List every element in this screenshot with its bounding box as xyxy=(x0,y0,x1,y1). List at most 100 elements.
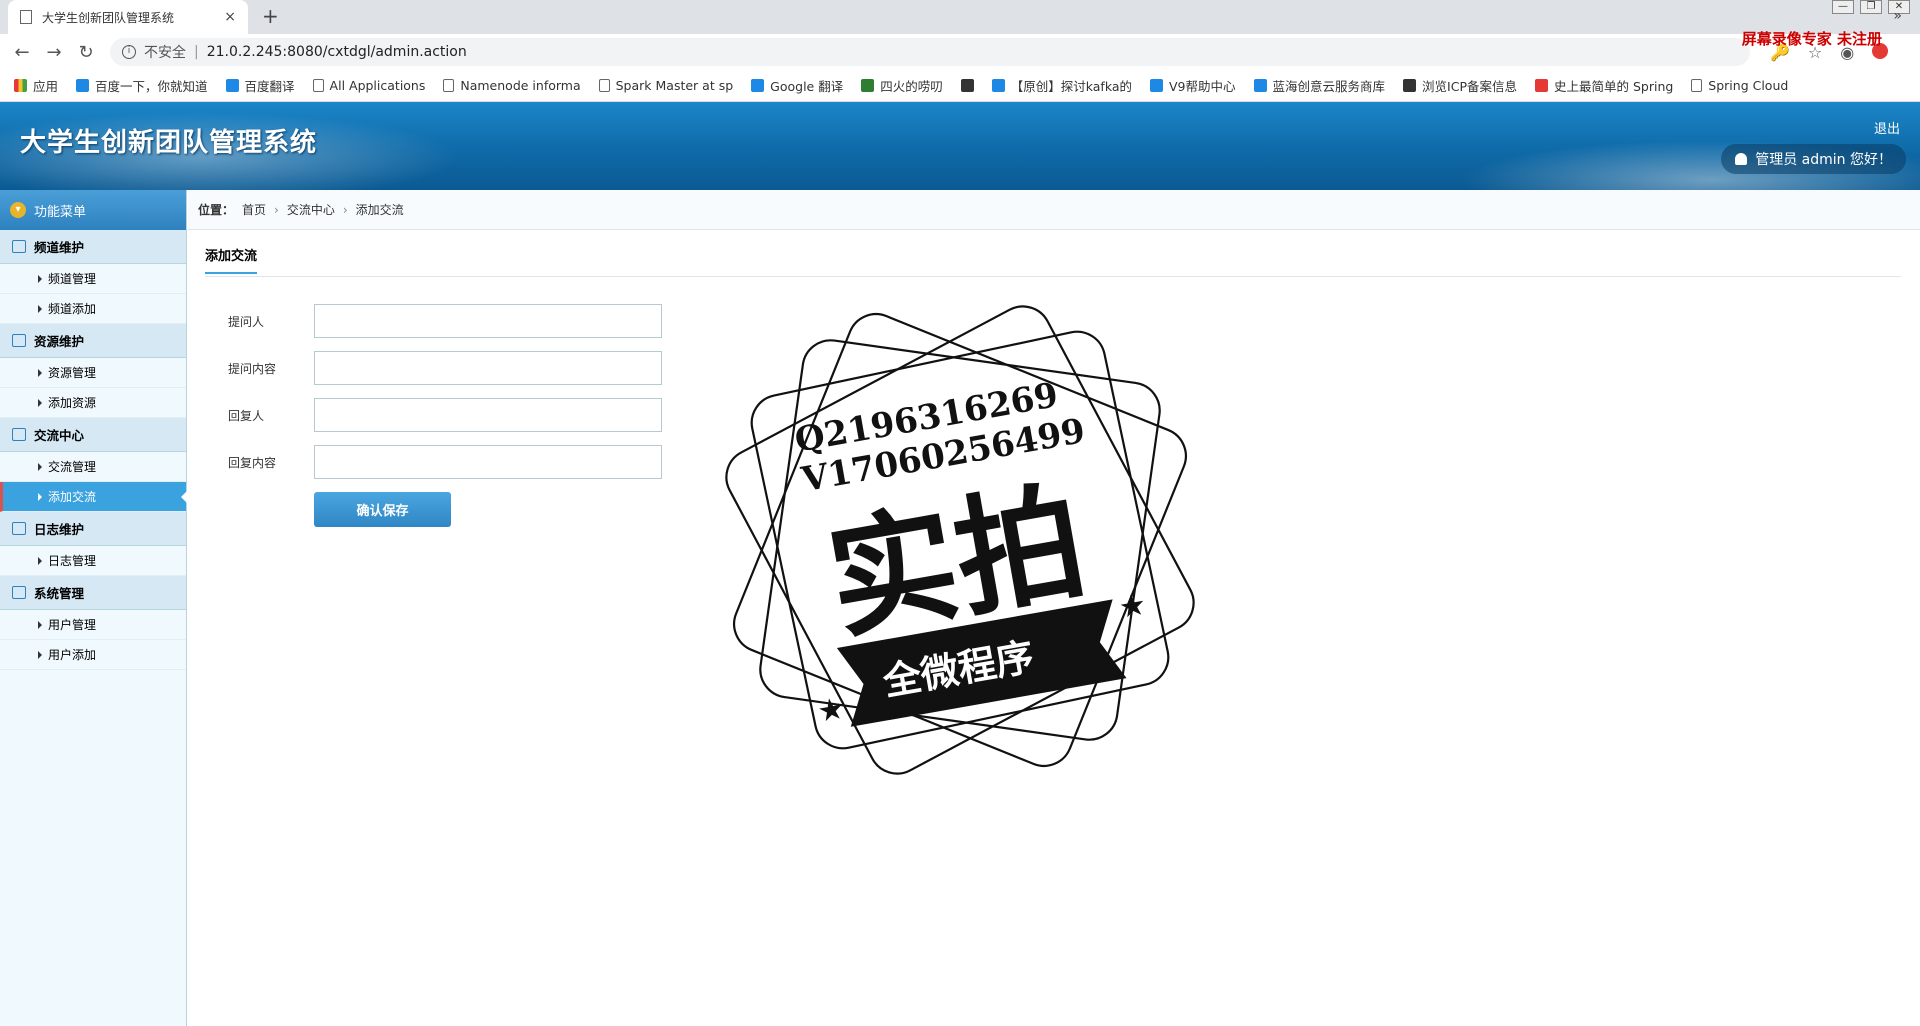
reply-input[interactable] xyxy=(314,445,662,479)
logout-link[interactable]: 退出 xyxy=(1874,118,1900,137)
asker-input[interactable] xyxy=(314,304,662,338)
sidebar-item[interactable]: 添加资源 xyxy=(0,388,186,418)
bookmark-label: 百度翻译 xyxy=(244,79,295,94)
bookmark-dark-icon xyxy=(960,79,974,92)
sidebar-item[interactable]: 添加交流 xyxy=(0,482,187,512)
question-input[interactable] xyxy=(314,351,662,385)
browser-tab[interactable]: 大学生创新团队管理系统 × xyxy=(8,0,248,34)
list-icon xyxy=(12,586,26,599)
bookmark-item[interactable]: 百度翻译 xyxy=(225,76,295,95)
url-text[interactable]: 21.0.2.245:8080/cxtdgl/admin.action xyxy=(207,44,467,60)
bookmarks-more-icon[interactable]: » xyxy=(1893,8,1902,24)
sidebar-group-label: 交流中心 xyxy=(34,428,85,443)
info-icon[interactable]: i xyxy=(122,45,136,59)
address-bar: ← → ↻ i 不安全 | 21.0.2.245:8080/cxtdgl/adm… xyxy=(0,34,1920,70)
bookmark-item[interactable]: 应用 xyxy=(14,76,58,95)
sidebar-item[interactable]: 用户添加 xyxy=(0,640,186,670)
bookmark-item[interactable]: V9帮助中心 xyxy=(1150,76,1236,95)
question-label: 提问内容 xyxy=(228,361,277,376)
url-field[interactable]: i 不安全 | 21.0.2.245:8080/cxtdgl/admin.act… xyxy=(110,38,1750,66)
sidebar-item[interactable]: 交流管理 xyxy=(0,452,186,482)
sidebar-item[interactable]: 资源管理 xyxy=(0,358,186,388)
section-tab[interactable]: 添加交流 xyxy=(205,245,258,274)
bookmarks-bar: 应用 百度一下，你就知道 百度翻译 All Applications Namenode … xyxy=(0,70,1920,102)
sidebar-item-label: 频道添加 xyxy=(48,302,97,316)
list-icon xyxy=(12,522,26,535)
sidebar-group-label: 日志维护 xyxy=(34,522,85,537)
user-icon xyxy=(1735,153,1748,165)
sidebar-group-0[interactable]: 频道维护 xyxy=(0,230,186,264)
bookmark-blue-icon xyxy=(1150,79,1163,92)
confirm-save-button[interactable]: 确认保存 xyxy=(314,492,451,527)
sidebar-item-label: 添加交流 xyxy=(48,490,97,504)
bookmark-label: Google 翻译 xyxy=(770,79,844,94)
restore-button[interactable]: ❐ xyxy=(1860,0,1882,14)
section-divider xyxy=(205,276,1901,277)
page-icon xyxy=(20,10,32,24)
sidebar-item[interactable]: 频道添加 xyxy=(0,294,186,324)
sidebar-item-label: 交流管理 xyxy=(48,460,97,474)
sidebar-group-1[interactable]: 资源维护 xyxy=(0,324,186,358)
sidebar-item[interactable]: 频道管理 xyxy=(0,264,186,294)
breadcrumb-home[interactable]: 首页 xyxy=(242,201,266,218)
bookmark-label: All Applications xyxy=(329,78,426,93)
bookmark-label: Namenode informa xyxy=(460,78,581,93)
bookmark-doc-icon xyxy=(443,79,455,92)
bookmark-item[interactable]: Namenode informa xyxy=(443,78,581,93)
sidebar-group-label: 频道维护 xyxy=(34,240,85,255)
minimize-button[interactable]: — xyxy=(1832,0,1854,14)
sidebar-item[interactable]: 日志管理 xyxy=(0,546,186,576)
bookmark-item[interactable]: Spark Master at sp xyxy=(598,78,733,93)
breadcrumb-arrow-icon: › xyxy=(342,202,348,217)
url-separator: | xyxy=(194,44,199,60)
star-icon: ★ xyxy=(1116,587,1149,626)
browser-tab-bar: 大学生创新团队管理系统 × + — ❐ ✕ xyxy=(0,0,1920,34)
bookmark-item[interactable]: 浏览ICP备案信息 xyxy=(1403,76,1517,95)
bookmark-item[interactable]: Google 翻译 xyxy=(751,76,843,95)
replier-input[interactable] xyxy=(314,398,662,432)
star-icon: ★ xyxy=(815,691,848,730)
breadcrumb-current: 添加交流 xyxy=(355,203,404,217)
sidebar-item-label: 日志管理 xyxy=(48,554,97,568)
bookmark-item[interactable]: Spring Cloud xyxy=(1691,78,1788,93)
list-icon xyxy=(12,334,26,347)
new-tab-icon[interactable]: + xyxy=(262,4,279,28)
bookmark-blue-icon xyxy=(1253,79,1267,92)
sidebar-item-label: 资源管理 xyxy=(48,366,97,380)
function-menu-header[interactable]: ▾ 功能菜单 xyxy=(0,190,186,230)
forward-icon[interactable]: → xyxy=(38,42,70,63)
bookmark-label: 应用 xyxy=(33,79,59,94)
replier-label: 回复人 xyxy=(228,408,265,423)
back-icon[interactable]: ← xyxy=(6,42,38,63)
bookmark-item[interactable]: 百度一下，你就知道 xyxy=(76,76,208,95)
bookmark-label: 蓝海创意云服务商库 xyxy=(1272,79,1386,94)
bookmark-item[interactable]: 蓝海创意云服务商库 xyxy=(1253,76,1386,95)
insecure-label: 不安全 xyxy=(144,45,186,61)
user-greeting: 管理员 admin 您好！ xyxy=(1721,144,1906,174)
sidebar-item[interactable]: 用户管理 xyxy=(0,610,186,640)
bookmark-item[interactable]: 四火的唠叨 xyxy=(861,76,943,95)
breadcrumb-exchange-center[interactable]: 交流中心 xyxy=(287,201,335,218)
form-row-replier: 回复人 xyxy=(228,398,662,432)
bookmark-doc-icon xyxy=(312,79,324,92)
sidebar-group-4[interactable]: 系统管理 xyxy=(0,576,186,610)
breadcrumb-label: 位置： xyxy=(198,203,235,217)
menu-title: 功能菜单 xyxy=(34,204,87,220)
bookmark-label: V9帮助中心 xyxy=(1169,79,1236,94)
bookmark-label: Spring Cloud xyxy=(1708,78,1789,93)
bookmark-item[interactable]: 【原创】探讨kafka的 xyxy=(991,76,1132,95)
bookmark-item[interactable]: 史上最简单的 Spring xyxy=(1534,76,1673,95)
bookmark-red-icon xyxy=(1534,79,1548,92)
list-icon xyxy=(12,240,26,253)
user-greeting-text: 管理员 admin 您好！ xyxy=(1755,152,1892,168)
sidebar-group-2[interactable]: 交流中心 xyxy=(0,418,186,452)
bookmark-item[interactable]: All Applications xyxy=(312,78,426,93)
sidebar-group-3[interactable]: 日志维护 xyxy=(0,512,186,546)
form-row-reply: 回复内容 xyxy=(228,445,662,479)
chevron-down-icon: ▾ xyxy=(10,202,26,218)
reload-icon[interactable]: ↻ xyxy=(70,42,102,63)
bookmark-blue-icon xyxy=(751,79,765,92)
bookmark-item[interactable] xyxy=(960,79,974,92)
tab-close-icon[interactable]: × xyxy=(224,9,236,25)
bookmark-green-icon xyxy=(861,79,875,92)
